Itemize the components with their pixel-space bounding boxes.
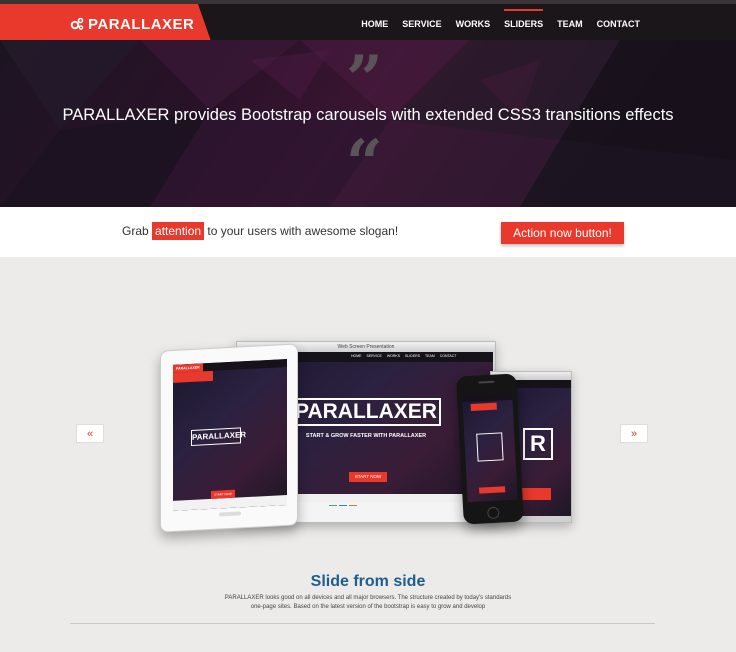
mini-nav-works: WORKS (386, 354, 401, 358)
mockup-brand-box: PARALLAXER (291, 398, 441, 426)
section-divider (70, 623, 655, 624)
slogan-text: Grab attention to your users with awesom… (122, 222, 399, 240)
window-title: Web Screen Presentation (337, 344, 395, 350)
phone-screen (462, 391, 518, 503)
carousel-next-button[interactable]: » (620, 424, 648, 443)
mockup-cta: START NOW (349, 472, 387, 482)
mockup-brand: PARALLAXER (295, 400, 437, 423)
carousel: Web Screen Presentation HOME SERVICE WOR… (0, 257, 736, 652)
slogan-before: Grab (122, 224, 153, 238)
nav-home[interactable]: HOME (361, 15, 388, 33)
tablet-mockup: PARALLAXER PARALLAXER START NOW (160, 343, 298, 533)
nav-team[interactable]: TEAM (557, 15, 583, 33)
navbar: PARALLAXER HOME SERVICE WORKS SLIDERS TE… (0, 0, 736, 44)
nav-sliders[interactable]: SLIDERS (504, 9, 544, 33)
slogan-highlight: attention (152, 222, 205, 240)
slide-description-line-1: PARALLAXER looks good on all devices and… (224, 595, 512, 601)
mini-nav-service: SERVICE (366, 354, 382, 358)
mini-nav-team: TEAM (425, 354, 435, 358)
quote-close-icon: “ (346, 132, 383, 196)
slide-description: PARALLAXER looks good on all devices and… (0, 594, 736, 612)
slide-title: Slide from side (310, 573, 426, 590)
hero-banner: ” PARALLAXER provides Bootstrap carousel… (0, 40, 736, 207)
tablet-screen: PARALLAXER PARALLAXER START NOW (173, 358, 287, 511)
slide-description-line-2: one-page sites. Based on the latest vers… (250, 604, 486, 610)
action-now-button[interactable]: Action now button! (501, 222, 624, 244)
mini-nav-contact: CONTACT (439, 354, 457, 358)
hero-headline: PARALLAXER provides Bootstrap carousels … (62, 106, 674, 124)
gears-icon (70, 17, 84, 30)
tablet-brand: PARALLAXER (192, 430, 247, 442)
mini-nav-home: HOME (351, 354, 362, 358)
nav-contact[interactable]: CONTACT (597, 15, 640, 33)
phone-mockup (456, 373, 524, 525)
carousel-prev-button[interactable]: « (76, 424, 104, 443)
main-nav: HOME SERVICE WORKS SLIDERS TEAM CONTACT (347, 4, 640, 44)
tablet-brand-box: PARALLAXER (191, 427, 246, 446)
tablet-cta: START NOW (211, 489, 235, 499)
brand-name: PARALLAXER (88, 15, 195, 33)
nav-service[interactable]: SERVICE (402, 15, 441, 33)
brand-logo[interactable]: PARALLAXER (0, 4, 212, 44)
slogan-after: to your users with awesome slogan! (204, 224, 399, 238)
nav-works[interactable]: WORKS (456, 15, 491, 33)
quote-open-icon: ” (346, 48, 383, 112)
slogan-bar: Grab attention to your users with awesom… (0, 207, 736, 257)
mini-nav-sliders: SLIDERS (405, 354, 421, 358)
